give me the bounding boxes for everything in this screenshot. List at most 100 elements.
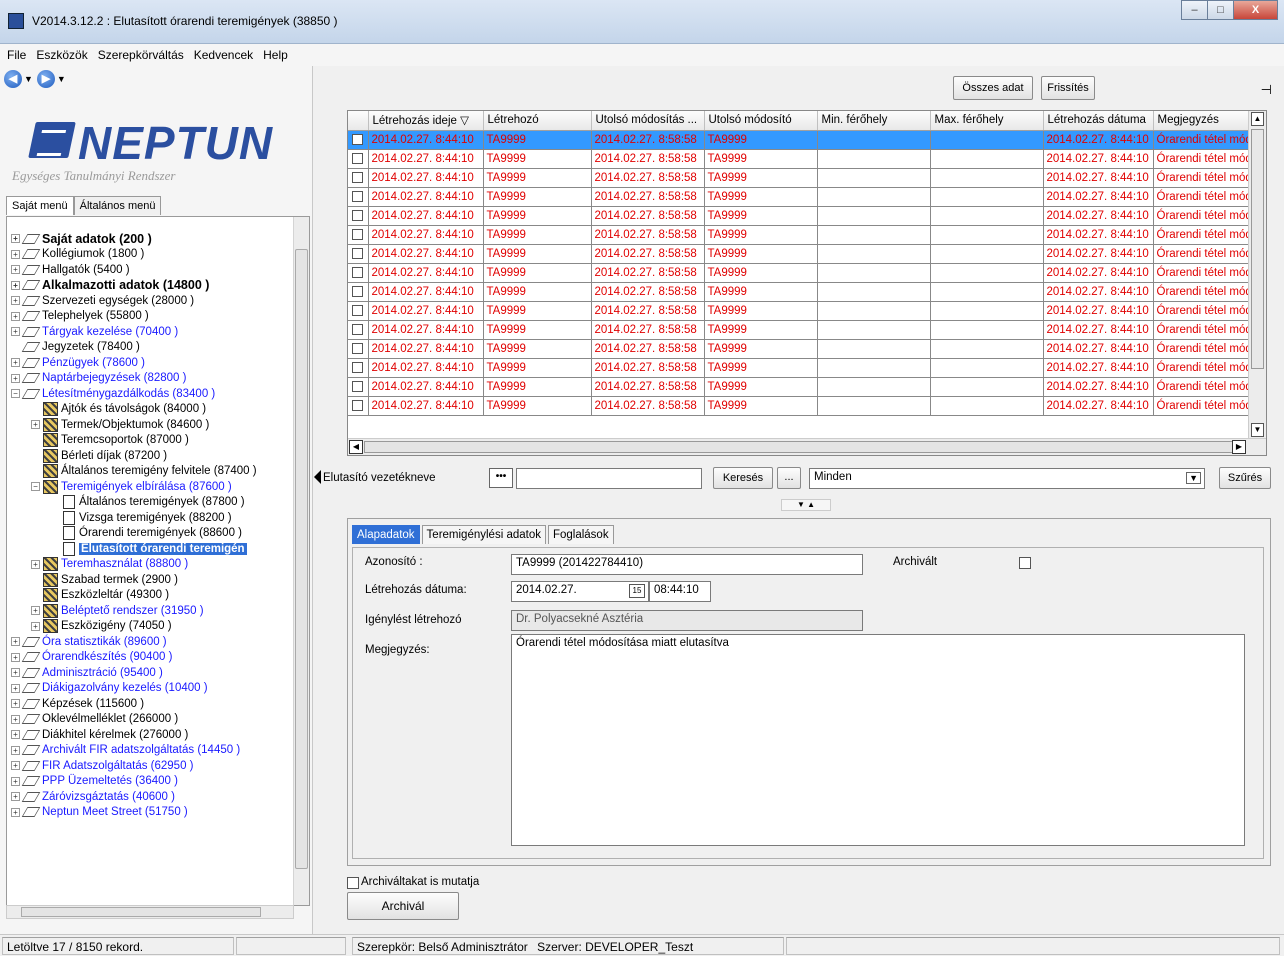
created-time-field[interactable]: 08:44:10	[649, 581, 711, 602]
col-letrehozo[interactable]: Létrehozó	[483, 111, 592, 131]
maximize-button[interactable]: □	[1207, 0, 1234, 20]
tab-sajat-menu[interactable]: Saját menü	[6, 196, 74, 215]
expand-icon[interactable]: +	[11, 234, 20, 244]
pin-icon[interactable]: ⊣	[1261, 82, 1272, 98]
expand-icon[interactable]: +	[11, 280, 20, 290]
tree-item[interactable]: + Archivált FIR adatszolgáltatás (14450 )	[7, 743, 293, 759]
expand-icon[interactable]: +	[11, 373, 20, 383]
tab-teremigenylesi-adatok[interactable]: Teremigénylési adatok	[421, 525, 546, 544]
table-row[interactable]: 2014.02.27. 8:44:10 TA9999 2014.02.27. 8:5…	[348, 301, 1249, 321]
col-min-ferohely[interactable]: Min. férőhely	[817, 111, 931, 131]
note-textarea[interactable]: Órarendi tétel módosítása miatt elutasít…	[511, 634, 1245, 846]
tree-item[interactable]: + Képzések (115600 )	[7, 696, 293, 712]
table-row[interactable]: 2014.02.27. 8:44:10 TA9999 2014.02.27. 8:5…	[348, 244, 1249, 264]
tree-item[interactable]: + Eszközigény (74050 )	[7, 619, 293, 635]
tab-altalanos-menu[interactable]: Általános menü	[73, 196, 162, 215]
collapse-panel-arrow-icon[interactable]	[314, 470, 321, 484]
col-letrehozas-ideje[interactable]: Létrehozás ideje ▽	[368, 111, 484, 131]
row-checkbox[interactable]	[352, 323, 364, 335]
calendar-icon[interactable]: 15	[629, 584, 645, 598]
archive-button[interactable]: Archivál	[347, 892, 459, 920]
show-archived-checkbox[interactable]	[347, 877, 359, 889]
col-megjegyzes[interactable]: Megjegyzés	[1153, 111, 1249, 131]
expand-icon[interactable]: +	[11, 296, 20, 306]
tree-scroll-thumb[interactable]	[295, 249, 308, 869]
row-checkbox[interactable]	[352, 380, 364, 392]
tree-item[interactable]: + Záróvizsgáztatás (40600 )	[7, 789, 293, 805]
table-row[interactable]: 2014.02.27. 8:44:10 TA9999 2014.02.27. 8:5…	[348, 358, 1249, 378]
row-checkbox[interactable]	[352, 133, 364, 145]
tree-item[interactable]: + Diákhitel kérelmek (276000 )	[7, 727, 293, 743]
row-checkbox[interactable]	[352, 266, 364, 278]
row-checkbox[interactable]	[352, 171, 364, 183]
tree-item[interactable]: + Beléptető rendszer (31950 )	[7, 603, 293, 619]
refresh-button[interactable]: Frissítés	[1041, 76, 1095, 100]
scroll-down-icon[interactable]: ▼	[1251, 423, 1264, 437]
table-row[interactable]: 2014.02.27. 8:44:10 TA9999 2014.02.27. 8:5…	[348, 130, 1249, 150]
tab-foglalasok[interactable]: Foglalások	[547, 525, 614, 544]
filter-button[interactable]: Szűrés	[1219, 467, 1271, 489]
row-checkbox[interactable]	[352, 190, 364, 202]
expand-icon[interactable]: +	[31, 420, 40, 430]
col-utolso-modosito[interactable]: Utolsó módosító	[704, 111, 818, 131]
tree-item[interactable]: Bérleti díjak (87200 )	[7, 448, 293, 464]
more-button[interactable]: ...	[777, 467, 801, 489]
expand-icon[interactable]: +	[11, 745, 20, 755]
tree-item[interactable]: + Neptun Meet Street (51750 )	[7, 805, 293, 821]
select-arrow-icon[interactable]: ▼	[1186, 472, 1201, 484]
grid-horizontal-scrollbar[interactable]: ◀ ▶	[348, 438, 1266, 455]
tree-item[interactable]: Órarendi teremigények (88600 )	[7, 526, 293, 542]
expand-icon[interactable]: +	[11, 761, 20, 771]
expand-icon[interactable]: +	[11, 358, 20, 368]
tree-item[interactable]: + Telephelyek (55800 )	[7, 309, 293, 325]
row-checkbox[interactable]	[352, 228, 364, 240]
tree-item[interactable]: Ajtók és távolságok (84000 )	[7, 402, 293, 418]
tree-item[interactable]: + Órarendkészítés (90400 )	[7, 650, 293, 666]
table-row[interactable]: 2014.02.27. 8:44:10 TA9999 2014.02.27. 8:5…	[348, 282, 1249, 302]
expand-icon[interactable]: +	[11, 792, 20, 802]
menu-szerepkorvaltas[interactable]: Szerepkörváltás	[93, 48, 189, 62]
tree-item[interactable]: + Diákigazolvány kezelés (10400 )	[7, 681, 293, 697]
tree-item[interactable]: Teremcsoportok (87000 )	[7, 433, 293, 449]
expand-icon[interactable]: +	[11, 807, 20, 817]
tree-item[interactable]: Általános teremigények (87800 )	[7, 495, 293, 511]
forward-dropdown-icon[interactable]: ▼	[57, 74, 66, 84]
filter-input[interactable]	[516, 468, 702, 489]
tree-item[interactable]: + Tárgyak kezelése (70400 )	[7, 324, 293, 340]
row-checkbox[interactable]	[352, 152, 364, 164]
collapse-icon[interactable]: −	[31, 482, 40, 492]
back-arrow-icon[interactable]: ◀	[4, 70, 22, 88]
table-row[interactable]: 2014.02.27. 8:44:10 TA9999 2014.02.27. 8:5…	[348, 396, 1249, 416]
tree-hscroll-thumb[interactable]	[21, 907, 261, 917]
tree-item[interactable]: + Adminisztráció (95400 )	[7, 665, 293, 681]
table-row[interactable]: 2014.02.27. 8:44:10 TA9999 2014.02.27. 8:5…	[348, 187, 1249, 207]
scroll-left-icon[interactable]: ◀	[349, 440, 363, 454]
row-checkbox[interactable]	[352, 399, 364, 411]
back-dropdown-icon[interactable]: ▼	[24, 74, 33, 84]
tree-item[interactable]: Jegyzetek (78400 )	[7, 340, 293, 356]
col-letrehozas-datuma[interactable]: Létrehozás dátuma	[1043, 111, 1154, 131]
tree-horizontal-scrollbar[interactable]	[6, 905, 294, 919]
grid-hscroll-thumb[interactable]	[364, 441, 1244, 453]
table-row[interactable]: 2014.02.27. 8:44:10 TA9999 2014.02.27. 8:5…	[348, 149, 1249, 169]
expand-icon[interactable]: +	[11, 714, 20, 724]
menu-kedvencek[interactable]: Kedvencek	[189, 48, 258, 62]
tree-item[interactable]: + Naptárbejegyzések (82800 )	[7, 371, 293, 387]
expand-icon[interactable]: +	[11, 311, 20, 321]
tree-item[interactable]: + Alkalmazotti adatok (14800 )	[7, 278, 293, 294]
scroll-right-icon[interactable]: ▶	[1232, 440, 1246, 454]
tree-item[interactable]: − Teremigények elbírálása (87600 )	[7, 479, 293, 495]
tree-item[interactable]: + FIR Adatszolgáltatás (62950 )	[7, 758, 293, 774]
row-checkbox[interactable]	[352, 285, 364, 297]
grid-scroll-thumb[interactable]	[1251, 129, 1264, 369]
expand-icon[interactable]: +	[31, 606, 40, 616]
expand-icon[interactable]: +	[11, 249, 20, 259]
tree-item[interactable]: + Teremhasználat (88800 )	[7, 557, 293, 573]
tree-item[interactable]: + Hallgatók (5400 )	[7, 262, 293, 278]
table-row[interactable]: 2014.02.27. 8:44:10 TA9999 2014.02.27. 8:5…	[348, 225, 1249, 245]
row-checkbox[interactable]	[352, 342, 364, 354]
table-row[interactable]: 2014.02.27. 8:44:10 TA9999 2014.02.27. 8:5…	[348, 263, 1249, 283]
expand-icon[interactable]: +	[11, 683, 20, 693]
tree-item[interactable]: − Létesítménygazdálkodás (83400 )	[7, 386, 293, 402]
tree-item[interactable]: + Szervezeti egységek (28000 )	[7, 293, 293, 309]
